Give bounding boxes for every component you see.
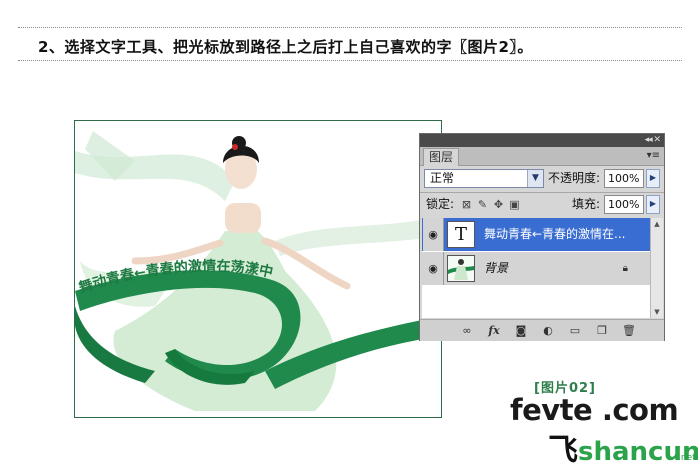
collapse-close-icon[interactable]: ◂◂ ✕ [645,134,661,147]
panel-menu-icon[interactable]: ▾≡ [647,148,660,164]
link-icon[interactable]: ∞ [460,322,474,339]
scroll-down-icon[interactable]: ▼ [651,306,663,318]
background-layer-thumbnail [447,255,475,282]
fx-icon[interactable]: fx [487,322,501,339]
adjustment-icon[interactable]: ◐ [541,322,555,339]
lock-options: ⊠ ✎ ✥ ▣ [461,195,520,214]
lock-paint-icon[interactable]: ✎ [477,198,488,211]
opacity-label: 不透明度: [548,171,601,185]
layer-row-background[interactable]: ◉ 背景 🔒︎ [422,252,650,285]
group-folder-icon[interactable]: ▭ [568,322,582,339]
layer-row-text[interactable]: ◉ T 舞动青春←青春的激情在... [422,218,650,251]
eye-icon[interactable]: ◉ [423,252,444,285]
fill-field[interactable]: 100% [604,195,644,214]
blend-mode-select[interactable]: 正常 ▼ [424,169,544,188]
tab-layers[interactable]: 图层 [423,148,460,166]
panel-footer: ∞ fx ◙ ◐ ▭ ❐ 🗑︎ [420,319,664,341]
logo-fevte: fevte .com [510,393,679,427]
new-layer-icon[interactable]: ❐ [595,322,609,339]
panel-title-bar[interactable]: ◂◂ ✕ [420,134,664,147]
svg-text:.net: .net [678,453,696,463]
lock-all-icon[interactable]: ▣ [509,198,520,211]
panel-tab-row: 图层 ▾≡ [420,147,664,166]
layers-panel: ◂◂ ✕ 图层 ▾≡ 正常 ▼ 不透明度: 100% ▶ 锁定: ⊠ ✎ ✥ ▣… [419,133,665,341]
lock-label: 锁定: [426,197,455,211]
layer-name: 背景 [484,261,509,275]
divider [420,192,664,193]
top-dotted-line [18,27,682,28]
layer-name: 舞动青春←青春的激情在... [484,227,626,241]
mask-icon[interactable]: ◙ [514,322,528,339]
opacity-arrow-icon[interactable]: ▶ [646,169,660,188]
fill-label: 填充: [572,197,601,211]
text-layer-thumbnail: T [447,221,475,248]
blend-mode-value: 正常 [430,171,455,185]
logo-shancun: 飞 shancun .net [548,433,698,466]
svg-text:飞: 飞 [548,433,578,466]
eye-icon[interactable]: ◉ [423,218,444,251]
instruction-text: 2、选择文字工具、把光标放到路径上之后打上自己喜欢的字〖图片2〗。 [38,38,533,56]
fill-arrow-icon[interactable]: ▶ [646,195,660,214]
lock-move-icon[interactable]: ✥ [493,198,504,211]
photo-illustration: 舞动青春←青春的激情在荡漾中 [75,131,441,411]
lock-transparent-icon[interactable]: ⊠ [461,198,472,211]
opacity-field[interactable]: 100% [604,169,644,188]
chevron-down-icon[interactable]: ▼ [527,170,543,187]
layers-list: ◉ T 舞动青春←青春的激情在... ◉ 背景 🔒︎ [422,218,650,318]
layers-scrollbar[interactable]: ▲ ▼ [650,218,663,318]
photo-canvas: 舞动青春←青春的激情在荡漾中 [74,120,442,418]
scroll-up-icon[interactable]: ▲ [651,218,663,230]
bottom-dotted-line [18,60,682,61]
trash-icon[interactable]: 🗑︎ [622,322,636,339]
lock-icon: 🔒︎ [622,263,628,274]
